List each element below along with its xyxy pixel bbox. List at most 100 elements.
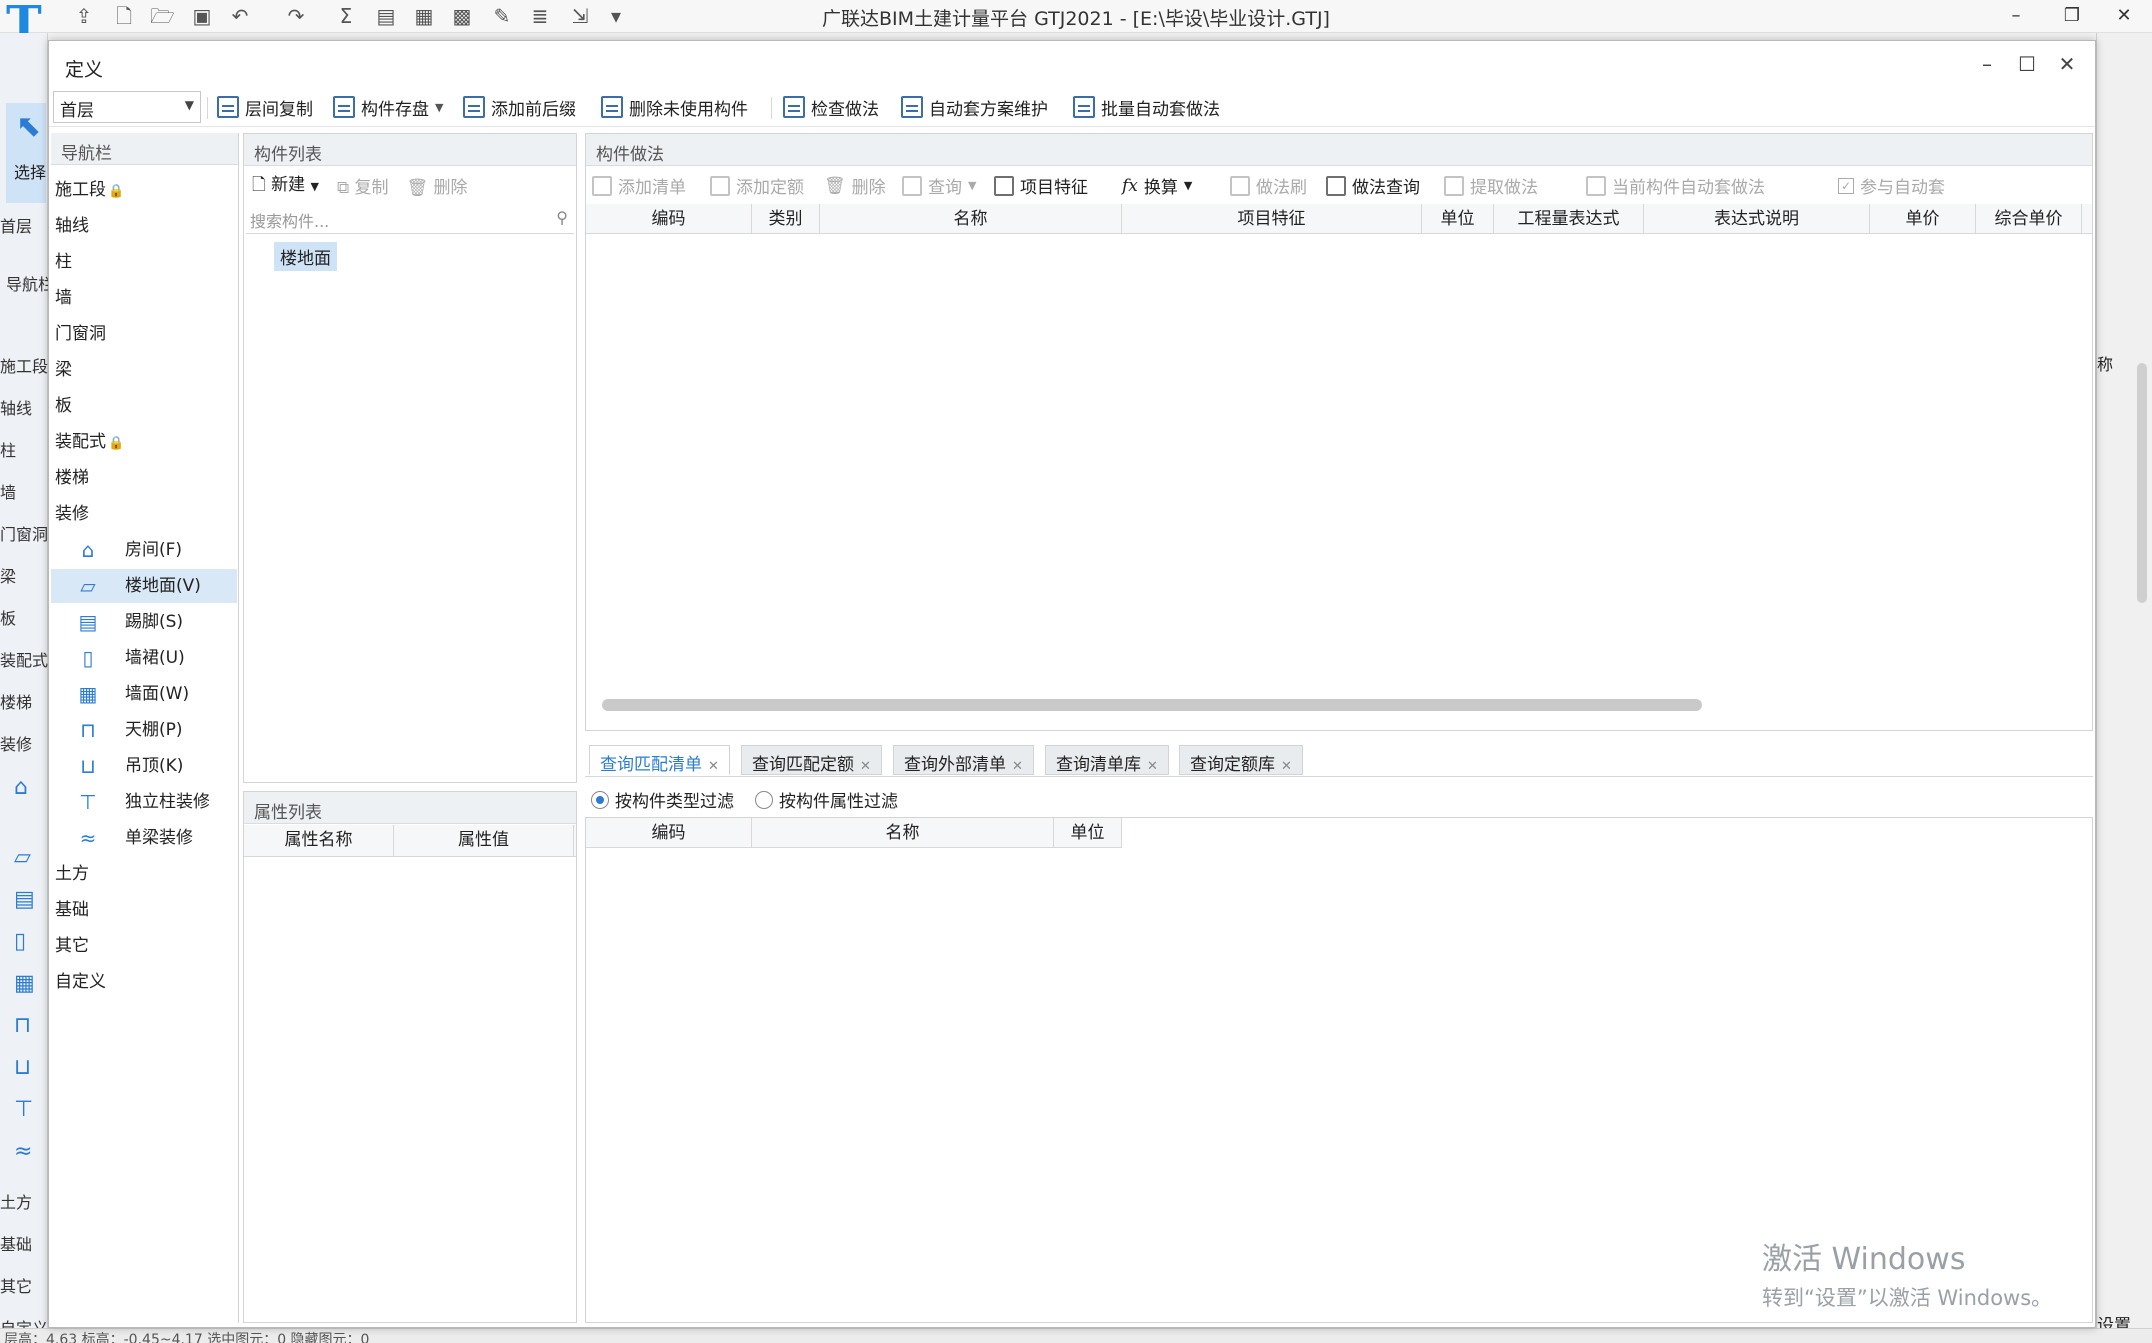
nav-item-foundation[interactable]: 基础 (55, 893, 89, 927)
bg-item-slab[interactable]: 板 (0, 605, 48, 629)
upload-icon[interactable]: ⇪ (72, 4, 96, 28)
col-name[interactable]: 名称 (752, 818, 1054, 847)
undo-icon[interactable]: ↶ (228, 4, 252, 28)
col-unit-price[interactable]: 单价 (1870, 204, 1976, 233)
col-unit[interactable]: 单位 (1054, 818, 1122, 847)
ceiling-icon[interactable]: ⊓ (14, 1013, 42, 1041)
close-button[interactable]: ✕ (2104, 2, 2144, 30)
column-finish-icon[interactable]: ⊤ (14, 1097, 42, 1125)
auto-apply-current-button[interactable]: 当前构件自动套做法 (1586, 173, 1765, 198)
restore-button[interactable]: ❐ (2052, 2, 2092, 30)
col-code[interactable]: 编码 (586, 818, 752, 847)
bg-item-opening[interactable]: 门窗洞 (0, 521, 48, 545)
floor-select[interactable]: 首层 ▼ (53, 91, 201, 123)
nav-item-other[interactable]: 其它 (55, 929, 89, 963)
bg-item-finish[interactable]: 装修 (0, 731, 48, 755)
col-unit[interactable]: 单位 (1422, 204, 1494, 233)
floor-icon[interactable]: ▱ (14, 845, 42, 873)
close-icon[interactable]: ✕ (860, 759, 871, 774)
bg-right-scrollbar[interactable] (2137, 363, 2147, 603)
layers-icon[interactable]: ≣ (528, 4, 552, 28)
save-icon[interactable]: ▣ (190, 4, 214, 28)
bg-item-wall[interactable]: 墙 (0, 479, 48, 503)
dialog-maximize-button[interactable]: ☐ (2007, 51, 2047, 77)
tab-bill-library[interactable]: 查询清单库 ✕ (1045, 745, 1169, 775)
col-code[interactable]: 编码 (586, 204, 752, 233)
nav-item-axis[interactable]: 轴线 (55, 209, 89, 243)
nav-item-earthwork[interactable]: 土方 (55, 857, 89, 891)
col-total-price[interactable]: 综合单价 (1976, 204, 2082, 233)
nav-item-custom[interactable]: 自定义 (55, 965, 106, 999)
suspended-ceiling-icon[interactable]: ⊔ (14, 1055, 42, 1083)
tab-match-quota[interactable]: 查询匹配定额 ✕ (741, 745, 882, 775)
report-icon[interactable]: ▤ (374, 4, 398, 28)
edit-icon[interactable]: ✎ (490, 4, 514, 28)
nav-sub-beam-finish[interactable]: ≈ 单梁装修 (51, 821, 237, 855)
open-folder-icon[interactable]: 🗁 (150, 4, 175, 28)
col-feature[interactable]: 项目特征 (1122, 204, 1422, 233)
new-component-button[interactable]: 🗋 新建 ▼ (252, 170, 319, 201)
dialog-minimize-button[interactable]: – (1967, 51, 2007, 77)
filter-by-type-radio[interactable]: 按构件类型过滤 (591, 787, 734, 812)
nav-sub-baseboard[interactable]: ▤ 踢脚(S) (51, 605, 237, 639)
dado-icon[interactable]: ▯ (14, 929, 42, 957)
nav-sub-dado[interactable]: ▯ 墙裙(U) (51, 641, 237, 675)
bg-item-stair[interactable]: 楼梯 (0, 689, 48, 713)
nav-item-construction-stage[interactable]: 施工段 🔒 (55, 173, 124, 207)
method-query-button[interactable]: 做法查询 (1326, 173, 1420, 198)
nav-item-stair[interactable]: 楼梯 (55, 461, 89, 495)
add-prefix-suffix-button[interactable]: 添加前后缀 (463, 93, 576, 121)
nav-item-beam[interactable]: 梁 (55, 353, 72, 387)
close-icon[interactable]: ✕ (708, 759, 719, 774)
query-button[interactable]: 查询 ▼ (902, 173, 976, 198)
check-method-button[interactable]: 检查做法 (783, 93, 879, 121)
component-save-button[interactable]: 构件存盘 ▼ (333, 93, 443, 121)
col-name[interactable]: 名称 (820, 204, 1122, 233)
col-property-name[interactable]: 属性名称 (244, 825, 394, 856)
nav-sub-suspended-ceiling[interactable]: ⊔ 吊顶(K) (51, 749, 237, 783)
customize-icon[interactable]: ▾ (604, 4, 628, 28)
close-icon[interactable]: ✕ (1281, 759, 1292, 774)
nav-sub-floor[interactable]: ▱ 楼地面(V) (51, 569, 237, 603)
house-icon[interactable]: ⌂ (14, 775, 42, 803)
minimize-button[interactable]: – (1996, 2, 2036, 30)
component-item-floor[interactable]: 楼地面 (274, 242, 337, 271)
nav-sub-wall-face[interactable]: ▦ 墙面(W) (51, 677, 237, 711)
participate-auto-checkbox[interactable]: ✓ 参与自动套 (1838, 173, 1945, 198)
method-brush-button[interactable]: 做法刷 (1230, 173, 1307, 198)
add-quota-button[interactable]: 添加定额 (710, 173, 804, 198)
bg-item-beam[interactable]: 梁 (0, 563, 48, 587)
nav-item-finish[interactable]: 装修 (55, 497, 89, 531)
component-search-input[interactable]: 搜索构件... ⚲ (246, 204, 574, 234)
nav-sub-ceiling[interactable]: ⊓ 天棚(P) (51, 713, 237, 747)
bg-item-axis[interactable]: 轴线 (0, 395, 48, 419)
floor-copy-button[interactable]: 层间复制 (217, 93, 313, 121)
delete-method-button[interactable]: 🗑 删除 (824, 173, 886, 199)
baseboard-icon[interactable]: ▤ (14, 887, 42, 915)
nav-item-column[interactable]: 柱 (55, 245, 72, 279)
bg-item-foundation[interactable]: 基础 (0, 1231, 48, 1255)
copy-component-button[interactable]: ⧉ 复制 (337, 173, 389, 198)
col-expression-desc[interactable]: 表达式说明 (1644, 204, 1870, 233)
auto-scheme-button[interactable]: 自动套方案维护 (901, 93, 1048, 121)
delete-component-button[interactable]: 🗑 删除 (407, 173, 468, 198)
add-bill-button[interactable]: 添加清单 (592, 173, 686, 198)
grid-icon[interactable]: ▩ (450, 4, 474, 28)
convert-button[interactable]: fx 换算 ▼ (1122, 173, 1192, 199)
extract-method-button[interactable]: 提取做法 (1444, 173, 1538, 198)
beam-finish-icon[interactable]: ≈ (14, 1139, 42, 1167)
new-file-icon[interactable]: 🗋 (112, 4, 136, 28)
tab-match-bill[interactable]: 查询匹配清单 ✕ (589, 745, 730, 775)
col-property-value[interactable]: 属性值 (394, 825, 574, 856)
select-tool-button[interactable]: ⬉ 选择 (6, 103, 46, 203)
dialog-close-button[interactable]: ✕ (2047, 51, 2087, 77)
table-icon[interactable]: ▦ (412, 4, 436, 28)
nav-sub-room[interactable]: ⌂ 房间(F) (51, 533, 237, 567)
redo-icon[interactable]: ↷ (284, 4, 308, 28)
batch-auto-button[interactable]: 批量自动套做法 (1073, 93, 1220, 121)
close-icon[interactable]: ✕ (1012, 759, 1023, 774)
project-feature-button[interactable]: 项目特征 (994, 173, 1088, 198)
tab-quota-library[interactable]: 查询定额库 ✕ (1179, 745, 1303, 775)
wall-face-icon[interactable]: ▦ (14, 971, 42, 999)
nav-sub-column-finish[interactable]: ⊤ 独立柱装修 (51, 785, 237, 819)
